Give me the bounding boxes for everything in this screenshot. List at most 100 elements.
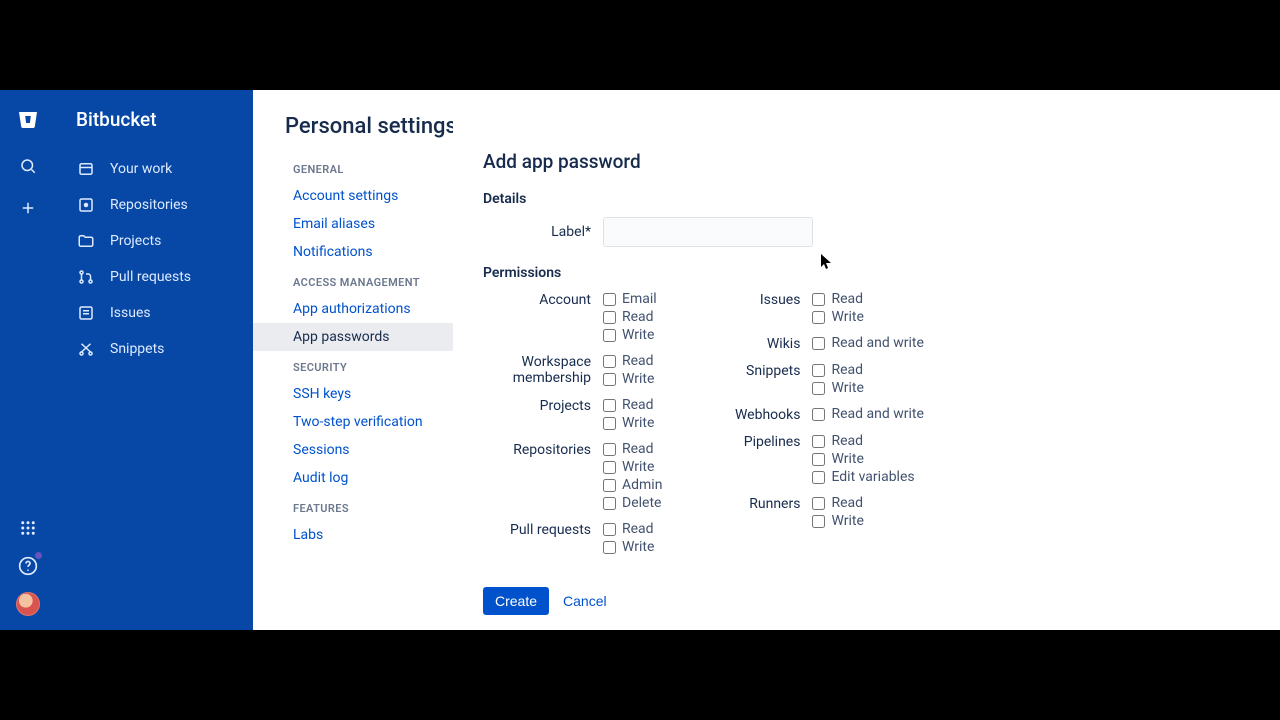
- settings-link[interactable]: Labs: [253, 521, 453, 549]
- main-content: Add app password Details Label* Permissi…: [453, 90, 1155, 630]
- permissions-col-right: IssuesReadWriteWikisRead and writeSnippe…: [702, 291, 923, 565]
- settings-link[interactable]: SSH keys: [253, 380, 453, 408]
- global-rail: [0, 90, 56, 630]
- perm-option[interactable]: Read: [812, 433, 914, 449]
- product-name: Bitbucket: [56, 104, 253, 151]
- perm-option[interactable]: Write: [812, 513, 863, 529]
- perm-checkbox[interactable]: [812, 382, 825, 395]
- perm-option[interactable]: Admin: [603, 477, 662, 493]
- perm-option-label: Write: [831, 309, 863, 325]
- perm-checkbox[interactable]: [603, 541, 616, 554]
- perm-checkbox[interactable]: [812, 293, 825, 306]
- perm-option[interactable]: Write: [812, 451, 914, 467]
- settings-link[interactable]: App authorizations: [253, 295, 453, 323]
- details-heading: Details: [483, 191, 1115, 207]
- settings-link[interactable]: Two-step verification: [253, 408, 453, 436]
- perm-option-label: Write: [622, 371, 654, 387]
- perm-checkbox[interactable]: [603, 443, 616, 456]
- nav-item-snippets[interactable]: Snippets: [56, 331, 253, 367]
- perm-option[interactable]: Write: [603, 327, 657, 343]
- perm-checkbox[interactable]: [812, 311, 825, 324]
- perm-checkbox[interactable]: [812, 515, 825, 528]
- perm-checkbox[interactable]: [603, 329, 616, 342]
- nav-item-issues[interactable]: Issues: [56, 295, 253, 331]
- settings-group-title: ACCESS MANAGEMENT: [253, 266, 453, 295]
- avatar[interactable]: [16, 592, 40, 616]
- folder-icon: [76, 231, 96, 251]
- perm-checkbox[interactable]: [603, 399, 616, 412]
- perm-checkbox[interactable]: [603, 523, 616, 536]
- perm-option[interactable]: Read: [603, 441, 662, 457]
- create-button[interactable]: Create: [483, 587, 549, 615]
- perm-option[interactable]: Write: [603, 539, 654, 555]
- search-icon[interactable]: [16, 154, 40, 178]
- perm-checkbox[interactable]: [603, 373, 616, 386]
- perm-option[interactable]: Read and write: [812, 335, 923, 351]
- perm-checkbox[interactable]: [812, 337, 825, 350]
- help-icon[interactable]: [16, 554, 40, 578]
- perm-checkbox[interactable]: [603, 497, 616, 510]
- bitbucket-logo-icon[interactable]: [16, 108, 40, 132]
- work-icon: [76, 159, 96, 179]
- perm-group-label: Account: [483, 291, 603, 308]
- perm-option[interactable]: Read: [812, 495, 863, 511]
- perm-option-label: Read and write: [831, 335, 923, 351]
- perm-group-label: Webhooks: [702, 406, 812, 423]
- nav-item-label: Issues: [110, 305, 151, 321]
- perm-checkbox[interactable]: [603, 355, 616, 368]
- perm-option[interactable]: Write: [812, 309, 863, 325]
- settings-link[interactable]: Email aliases: [253, 210, 453, 238]
- perm-checkbox[interactable]: [812, 453, 825, 466]
- perm-checkbox[interactable]: [812, 408, 825, 421]
- perm-checkbox[interactable]: [603, 461, 616, 474]
- perm-checkbox[interactable]: [603, 293, 616, 306]
- perm-checkbox[interactable]: [812, 364, 825, 377]
- plus-icon[interactable]: [16, 196, 40, 220]
- perm-option[interactable]: Read: [603, 397, 654, 413]
- perm-option-label: Delete: [622, 495, 661, 511]
- perm-option[interactable]: Write: [812, 380, 863, 396]
- label-input[interactable]: [603, 217, 813, 247]
- perm-checkbox[interactable]: [603, 417, 616, 430]
- settings-group-title: GENERAL: [253, 153, 453, 182]
- perm-checkbox[interactable]: [603, 311, 616, 324]
- perm-option[interactable]: Read and write: [812, 406, 923, 422]
- perm-group-label: Repositories: [483, 441, 603, 458]
- perm-group-label: Runners: [702, 495, 812, 512]
- nav-item-pull-requests[interactable]: Pull requests: [56, 259, 253, 295]
- perm-group-label: Issues: [702, 291, 812, 308]
- settings-link[interactable]: Sessions: [253, 436, 453, 464]
- nav-item-your-work[interactable]: Your work: [56, 151, 253, 187]
- perm-checkbox[interactable]: [812, 497, 825, 510]
- perm-option[interactable]: Email: [603, 291, 657, 307]
- settings-link[interactable]: App passwords: [253, 323, 453, 351]
- perm-option[interactable]: Write: [603, 371, 654, 387]
- perm-checkbox[interactable]: [812, 471, 825, 484]
- perm-checkbox[interactable]: [603, 479, 616, 492]
- nav-item-projects[interactable]: Projects: [56, 223, 253, 259]
- repo-icon: [76, 195, 96, 215]
- nav-item-repositories[interactable]: Repositories: [56, 187, 253, 223]
- perm-option[interactable]: Read: [812, 291, 863, 307]
- settings-link[interactable]: Audit log: [253, 464, 453, 492]
- perm-option-label: Read: [831, 433, 863, 449]
- perm-group-label: Projects: [483, 397, 603, 414]
- perm-option[interactable]: Read: [812, 362, 863, 378]
- settings-link[interactable]: Account settings: [253, 182, 453, 210]
- perm-option[interactable]: Delete: [603, 495, 662, 511]
- perm-option[interactable]: Read: [603, 309, 657, 325]
- perm-option[interactable]: Read: [603, 521, 654, 537]
- perm-option-label: Read: [622, 397, 654, 413]
- perm-option[interactable]: Read: [603, 353, 654, 369]
- perm-option[interactable]: Write: [603, 459, 662, 475]
- issues-icon: [76, 303, 96, 323]
- cancel-button[interactable]: Cancel: [563, 593, 607, 609]
- nav-list: Your work Repositories Projects Pull req…: [56, 151, 253, 367]
- settings-link[interactable]: Notifications: [253, 238, 453, 266]
- perm-option-label: Read: [622, 441, 654, 457]
- perm-option[interactable]: Edit variables: [812, 469, 914, 485]
- page-title: Personal settings: [253, 114, 453, 153]
- perm-checkbox[interactable]: [812, 435, 825, 448]
- apps-grid-icon[interactable]: [16, 516, 40, 540]
- perm-option[interactable]: Write: [603, 415, 654, 431]
